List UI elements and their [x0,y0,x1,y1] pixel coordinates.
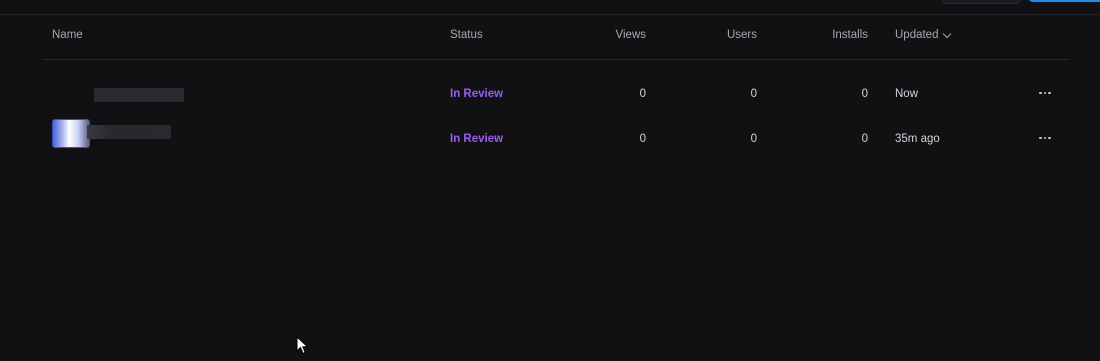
column-header-views: Views [615,29,646,41]
installs-value: 0 [861,88,868,100]
users-value: 0 [750,88,757,100]
app-icon [52,119,90,148]
chevron-down-icon [943,29,952,38]
toolbar [0,0,1100,15]
page: Name Status Views Users Installs Updated… [0,0,1100,361]
status-badge[interactable]: In Review [450,133,503,145]
table-row[interactable]: In Review 0 0 0 Now [43,73,1069,118]
column-header-name: Name [52,29,83,41]
toolbar-primary-button[interactable] [1028,0,1100,2]
column-header-status: Status [450,29,483,41]
column-header-updated-sort[interactable]: Updated [895,29,952,41]
table-row[interactable]: In Review 0 0 0 35m ago [43,118,1069,163]
status-badge[interactable]: In Review [450,88,503,100]
toolbar-secondary-button[interactable] [942,0,1020,4]
apps-table: Name Status Views Users Installs Updated… [43,15,1069,163]
column-header-users: Users [726,29,757,41]
app-name-redacted [94,88,184,102]
app-name-redacted [87,125,171,139]
updated-value: 35m ago [895,133,940,145]
column-header-updated-label: Updated [895,29,939,41]
views-value: 0 [639,88,646,100]
users-value: 0 [750,133,757,145]
views-value: 0 [639,133,646,145]
more-horizontal-icon[interactable] [1036,86,1054,100]
mouse-pointer-icon [296,336,309,355]
table-header: Name Status Views Users Installs Updated [43,15,1069,60]
column-header-installs: Installs [832,29,868,41]
installs-value: 0 [861,133,868,145]
updated-value: Now [895,88,919,100]
more-horizontal-icon[interactable] [1036,131,1054,145]
